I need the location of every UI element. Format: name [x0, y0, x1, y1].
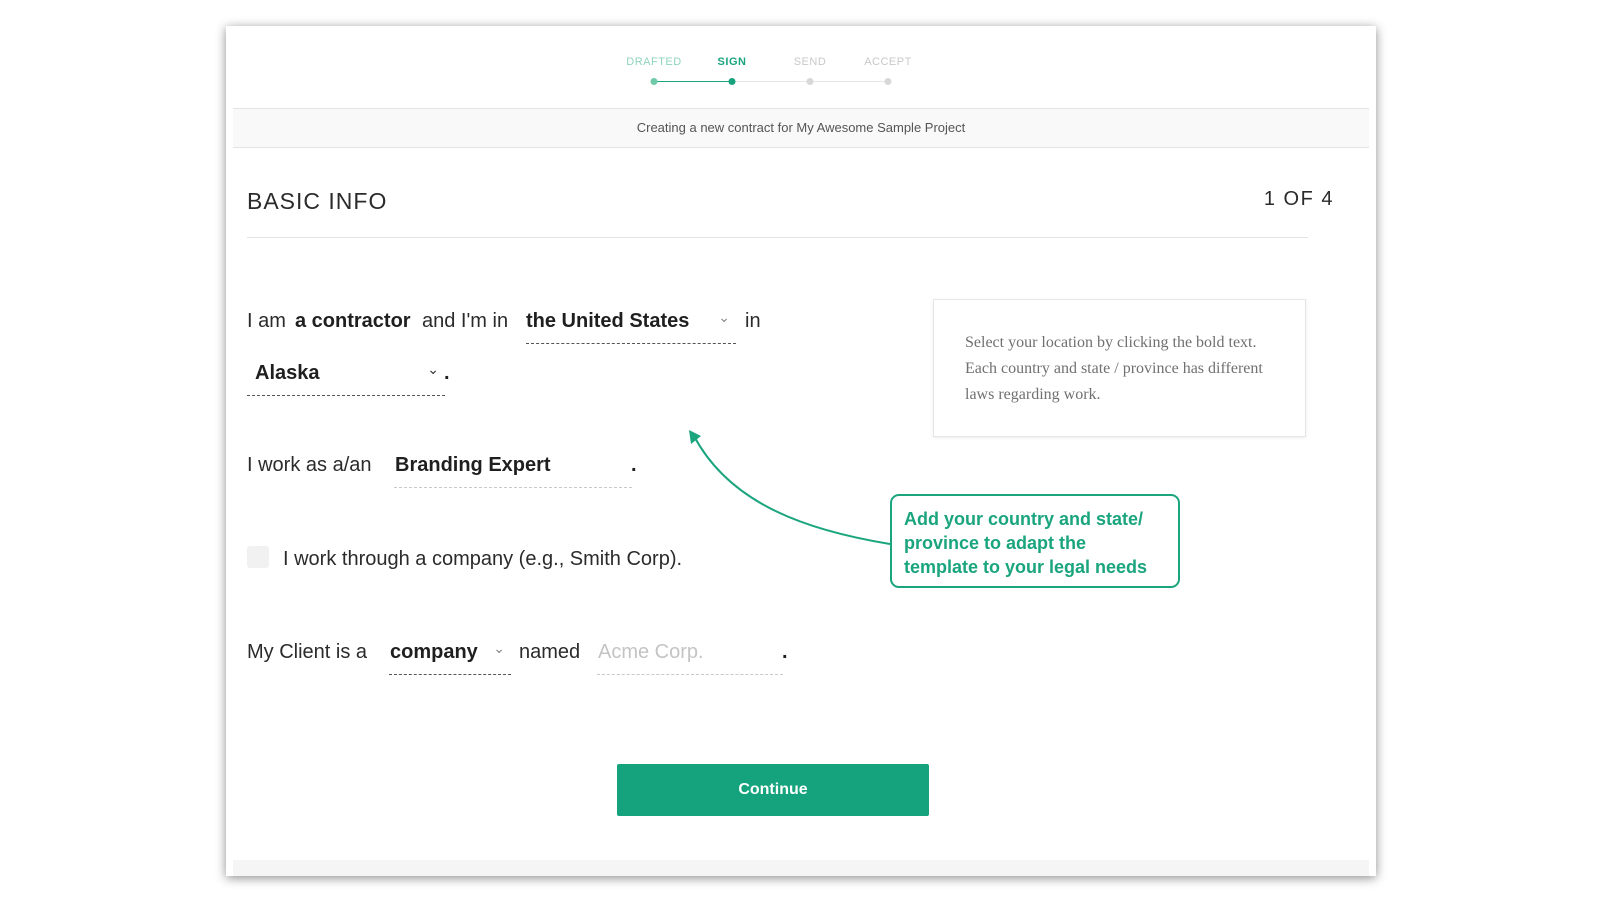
- stepper-line-1: [654, 81, 732, 82]
- location-hint-box: Select your location by clicking the bol…: [933, 299, 1306, 437]
- line1-end: .: [444, 362, 450, 384]
- step-send-label: SEND: [793, 56, 827, 68]
- company-checkbox-label: I work through a company (e.g., Smith Co…: [283, 548, 683, 570]
- role-text[interactable]: a contractor: [295, 310, 411, 333]
- line4-prefix: My Client is a: [247, 641, 368, 663]
- stepper-line-2: [732, 81, 810, 82]
- country-dropdown[interactable]: the United States ⌄: [526, 306, 736, 344]
- company-checkbox[interactable]: [247, 546, 269, 568]
- state-value: Alaska: [255, 362, 320, 384]
- chevron-down-icon: ⌄: [718, 309, 730, 325]
- line2-prefix: I work as a/an: [247, 454, 372, 476]
- line2-end: .: [631, 454, 637, 476]
- line1-suffix: in: [745, 310, 761, 332]
- country-value: the United States: [526, 310, 690, 332]
- step-drafted-label: DRAFTED: [626, 56, 682, 68]
- client-type-dropdown[interactable]: company ⌄: [389, 637, 511, 675]
- line4-end: .: [782, 641, 788, 663]
- progress-stepper: DRAFTED SIGN SEND ACCEPT: [226, 26, 1376, 108]
- chevron-down-icon: ⌄: [493, 640, 505, 656]
- line1-middle: and I'm in: [422, 310, 509, 332]
- contract-subheader: Creating a new contract for My Awesome S…: [233, 108, 1369, 148]
- step-accept-dot: [884, 78, 892, 85]
- stepper-line-3: [810, 81, 888, 82]
- chevron-down-icon: ⌄: [427, 361, 439, 377]
- line1-prefix: I am: [247, 310, 286, 332]
- client-type-value: company: [390, 641, 478, 663]
- step-accept-label: ACCEPT: [864, 56, 912, 68]
- bottom-bar: [233, 860, 1369, 876]
- line4-middle: named: [519, 641, 581, 663]
- state-dropdown[interactable]: Alaska ⌄: [247, 358, 445, 396]
- continue-button[interactable]: Continue: [617, 764, 929, 816]
- step-sign-dot: [728, 78, 736, 85]
- client-name-input[interactable]: Acme Corp.: [597, 637, 783, 675]
- profession-input[interactable]: Branding Expert: [394, 450, 632, 488]
- callout-annotation: Add your country and state/ province to …: [890, 494, 1180, 588]
- section-title: BASIC INFO: [247, 188, 388, 214]
- step-send-dot: [806, 78, 814, 85]
- step-drafted-dot: [650, 78, 658, 85]
- step-sign-label: SIGN: [717, 56, 747, 68]
- section-divider: [247, 237, 1308, 238]
- section-progress: 1 OF 4: [1263, 188, 1334, 210]
- contract-card: DRAFTED SIGN SEND ACCEPT Creating a new …: [226, 26, 1376, 876]
